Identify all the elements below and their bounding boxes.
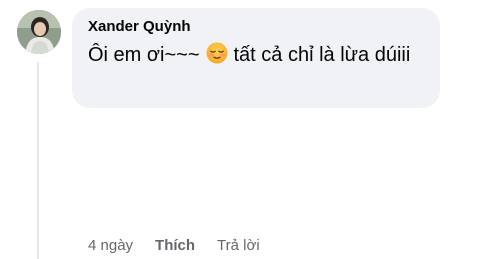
avatar[interactable] bbox=[17, 10, 61, 54]
comment-text-part: Ôi em ơi~~~ bbox=[88, 44, 200, 66]
relieved-face-emoji-icon bbox=[206, 42, 228, 73]
reply-button[interactable]: Trả lời bbox=[217, 237, 260, 254]
reply-thread-line bbox=[37, 62, 39, 259]
comment-timestamp[interactable]: 4 ngày bbox=[88, 237, 133, 254]
comment-text-part: tất cả chỉ là lừa dúiii bbox=[233, 44, 411, 66]
comment-actions: 4 ngày Thích Trả lời bbox=[88, 234, 260, 256]
comment-text: Ôi em ơi~~~ tất cả chỉ là lừa dúiii bbox=[88, 40, 418, 73]
comment-author[interactable]: Xander Quỳnh bbox=[88, 17, 428, 37]
comment: Xander Quỳnh Ôi em ơi~~~ tất cả chỉ là l… bbox=[0, 0, 500, 259]
comment-bubble: Xander Quỳnh Ôi em ơi~~~ tất cả chỉ là l… bbox=[72, 8, 440, 108]
like-button[interactable]: Thích bbox=[155, 237, 195, 254]
